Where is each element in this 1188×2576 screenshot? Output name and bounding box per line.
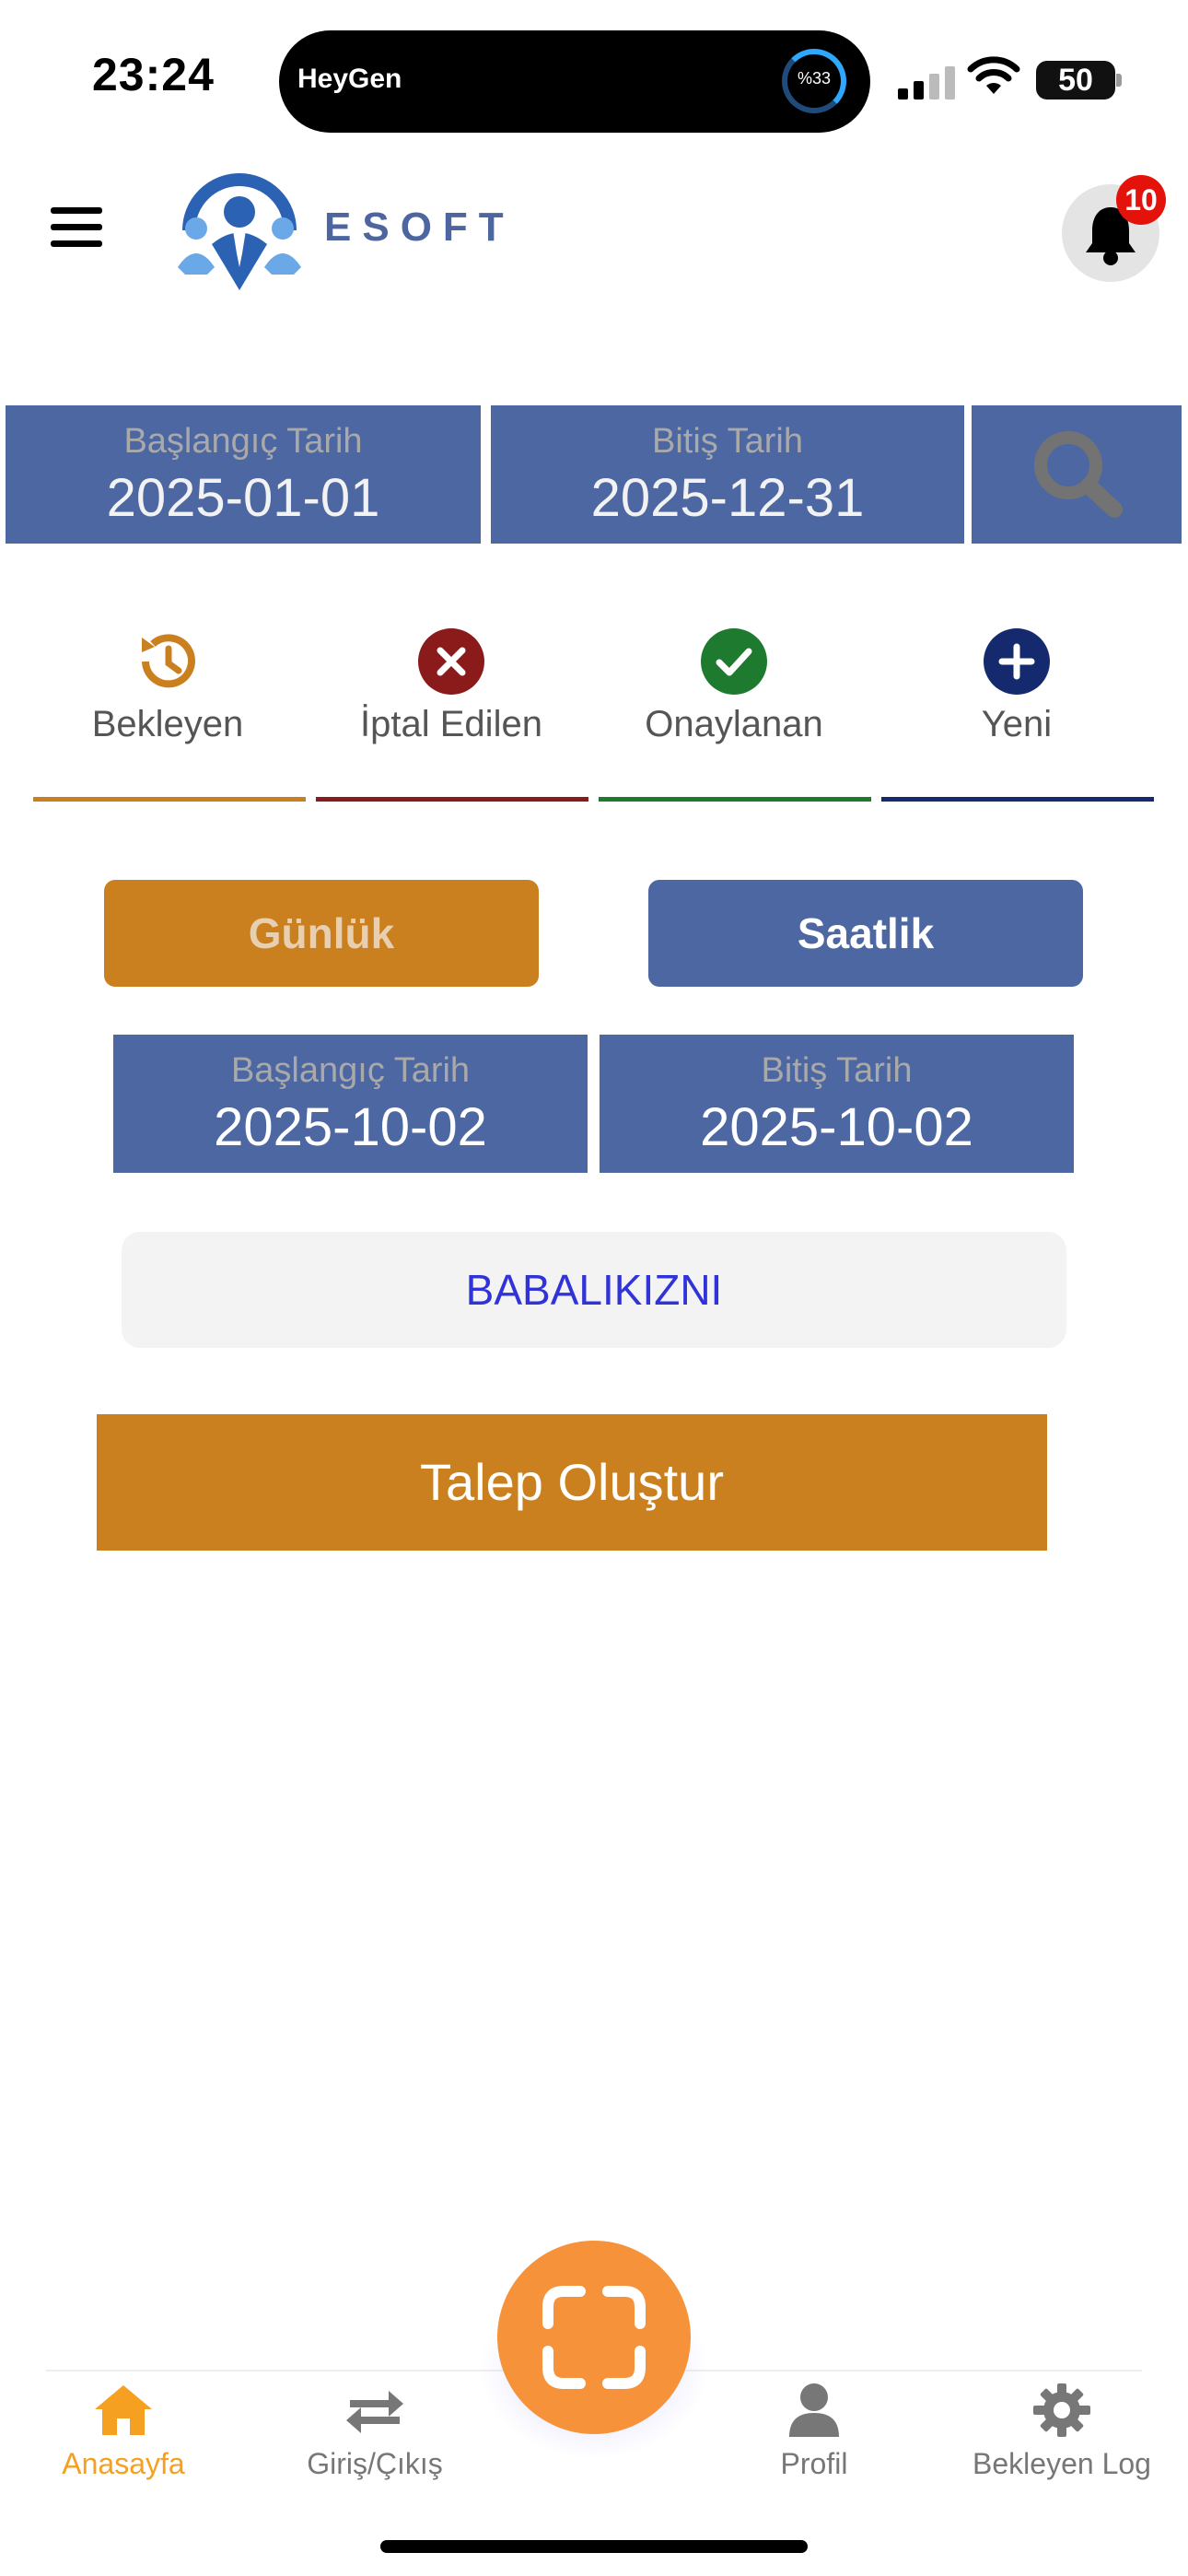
battery-cap: [1116, 74, 1122, 87]
check-icon: [701, 628, 767, 695]
notification-badge: 10: [1116, 175, 1166, 225]
nav-label: Giriş/Çıkış: [307, 2447, 443, 2480]
tab-yeni[interactable]: Yeni: [879, 626, 1155, 745]
status-time: 23:24: [92, 49, 215, 100]
filter-start-value: 2025-01-01: [106, 468, 380, 528]
search-button[interactable]: [972, 405, 1182, 544]
leave-type-select[interactable]: BABALIKIZNI: [122, 1232, 1066, 1348]
tab-label: Onaylanan: [645, 704, 823, 744]
home-indicator: [380, 2540, 808, 2553]
history-icon: [142, 634, 195, 688]
filter-end-date[interactable]: Bitiş Tarih 2025-12-31: [491, 405, 964, 544]
request-end-label: Bitiş Tarih: [761, 1051, 913, 1090]
tab-iptal-edilen[interactable]: İptal Edilen: [313, 626, 589, 745]
nav-label: Bekleyen Log: [973, 2447, 1151, 2480]
tab-underline-yeni: [881, 797, 1154, 802]
nav-label: Anasayfa: [62, 2447, 185, 2480]
filter-start-date[interactable]: Başlangıç Tarih 2025-01-01: [6, 405, 481, 544]
tab-label: Bekleyen: [91, 704, 244, 744]
filter-start-label: Başlangıç Tarih: [123, 422, 363, 461]
nav-item-giris-cikis[interactable]: Giriş/Çıkış: [269, 2382, 481, 2481]
tab-onaylanan[interactable]: Onaylanan: [596, 626, 872, 745]
tab-label: İptal Edilen: [360, 704, 542, 744]
esoft-logo-icon: [178, 173, 301, 290]
create-request-button[interactable]: Talep Oluştur: [97, 1414, 1047, 1551]
gear-icon: [1033, 2383, 1090, 2437]
request-start-label: Başlangıç Tarih: [230, 1051, 471, 1090]
search-icon: [1034, 431, 1123, 518]
request-start-value: 2025-10-02: [214, 1097, 487, 1157]
cellular-signal-icon: [898, 66, 955, 100]
battery-indicator: 50: [1036, 61, 1115, 100]
daily-toggle-button[interactable]: Günlük: [104, 880, 539, 987]
nav-item-profil[interactable]: Profil: [708, 2382, 920, 2481]
brand-name: ESOFT: [324, 205, 515, 250]
island-progress: %33: [797, 69, 832, 88]
hourly-toggle-button[interactable]: Saatlik: [648, 880, 1083, 987]
nav-item-bekleyen-log[interactable]: Bekleyen Log: [956, 2382, 1168, 2481]
filter-end-value: 2025-12-31: [590, 468, 865, 528]
nav-label: Profil: [780, 2447, 848, 2480]
user-icon: [789, 2383, 839, 2437]
dynamic-island: HeyGen %33: [279, 30, 870, 133]
filter-end-label: Bitiş Tarih: [651, 422, 804, 461]
home-icon: [95, 2385, 152, 2435]
cancel-icon: [418, 628, 484, 695]
tab-underline-bekleyen: [33, 797, 306, 802]
tab-bekleyen[interactable]: Bekleyen: [29, 626, 306, 745]
request-end-date[interactable]: Bitiş Tarih 2025-10-02: [600, 1035, 1074, 1173]
nav-item-anasayfa[interactable]: Anasayfa: [17, 2382, 229, 2481]
hamburger-menu-icon[interactable]: [51, 207, 102, 248]
request-end-value: 2025-10-02: [700, 1097, 973, 1157]
tab-label: Yeni: [981, 704, 1053, 744]
swap-arrows-icon: [346, 2391, 403, 2433]
scan-frame-icon: [542, 2286, 646, 2389]
request-start-date[interactable]: Başlangıç Tarih 2025-10-02: [113, 1035, 588, 1173]
island-app-name: HeyGen: [297, 64, 402, 94]
tab-underline-iptal: [316, 797, 588, 802]
plus-icon: [984, 628, 1050, 695]
tab-underline-onaylanan: [599, 797, 871, 802]
scan-button[interactable]: [497, 2241, 691, 2434]
wifi-icon: [967, 56, 1020, 94]
